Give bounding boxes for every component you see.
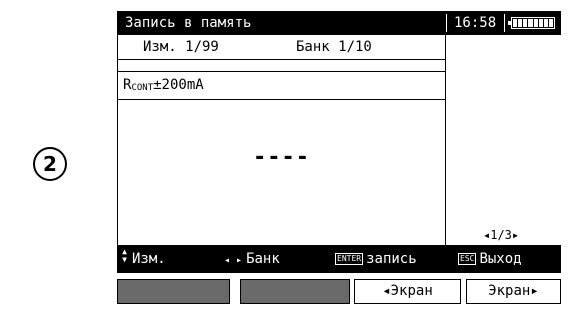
step-number: 2	[43, 152, 57, 176]
empty-row	[118, 60, 445, 72]
bank-counter[interactable]: Банк 1/10	[296, 35, 372, 59]
title-divider	[446, 14, 447, 32]
hint-bank-label: Банк	[246, 251, 280, 267]
softkey-1[interactable]	[117, 279, 230, 304]
hint-meas-label: Изм.	[132, 251, 166, 267]
function-row: RCONT±200mA	[118, 72, 445, 100]
battery-icon	[508, 17, 555, 29]
hint-enter-label: запись	[366, 251, 417, 267]
hint-measurement: ▲ ▼ Изм.	[120, 245, 166, 273]
measurement-counter[interactable]: Изм. 1/99	[143, 35, 219, 59]
title-bar: Запись в память 16:58	[117, 11, 561, 35]
result-value: ----	[253, 145, 310, 170]
left-right-arrows-icon: ◂ ▸	[224, 255, 243, 266]
softkey-bar: ◂Экран Экран▸	[117, 273, 561, 310]
hint-bar: ▲ ▼ Изм. ◂ ▸ Банк ENTER запись ESC Выход	[117, 245, 561, 273]
function-value: ±200mA	[153, 77, 204, 93]
up-down-arrows-icon: ▲ ▼	[122, 247, 127, 264]
function-subscript: CONT	[131, 83, 154, 93]
hint-esc-label: Выход	[479, 251, 522, 267]
next-screen-button[interactable]: Экран▸	[466, 279, 561, 304]
page-indicator: ◂1/3▸	[483, 228, 520, 242]
hint-esc: ESC Выход	[458, 245, 522, 273]
function-label: RCONT±200mA	[123, 72, 204, 101]
hint-enter: ENTER запись	[335, 245, 417, 273]
meter-screen: Запись в память 16:58 Изм. 1/99 Банк 1/1…	[117, 11, 561, 310]
memory-panel: Изм. 1/99 Банк 1/10 RCONT±200mA ----	[117, 35, 446, 245]
softkey-2[interactable]	[240, 279, 350, 304]
esc-key-icon: ESC	[458, 253, 477, 265]
prev-screen-button[interactable]: ◂Экран	[354, 279, 461, 304]
screen-title: Запись в память	[125, 15, 252, 31]
step-number-badge: 2	[33, 147, 67, 181]
title-divider-2	[504, 14, 505, 32]
enter-key-icon: ENTER	[335, 253, 364, 265]
clock: 16:58	[454, 15, 497, 31]
hint-bank: ◂ ▸ Банк	[224, 245, 280, 275]
memory-location-row: Изм. 1/99 Банк 1/10	[118, 35, 445, 60]
